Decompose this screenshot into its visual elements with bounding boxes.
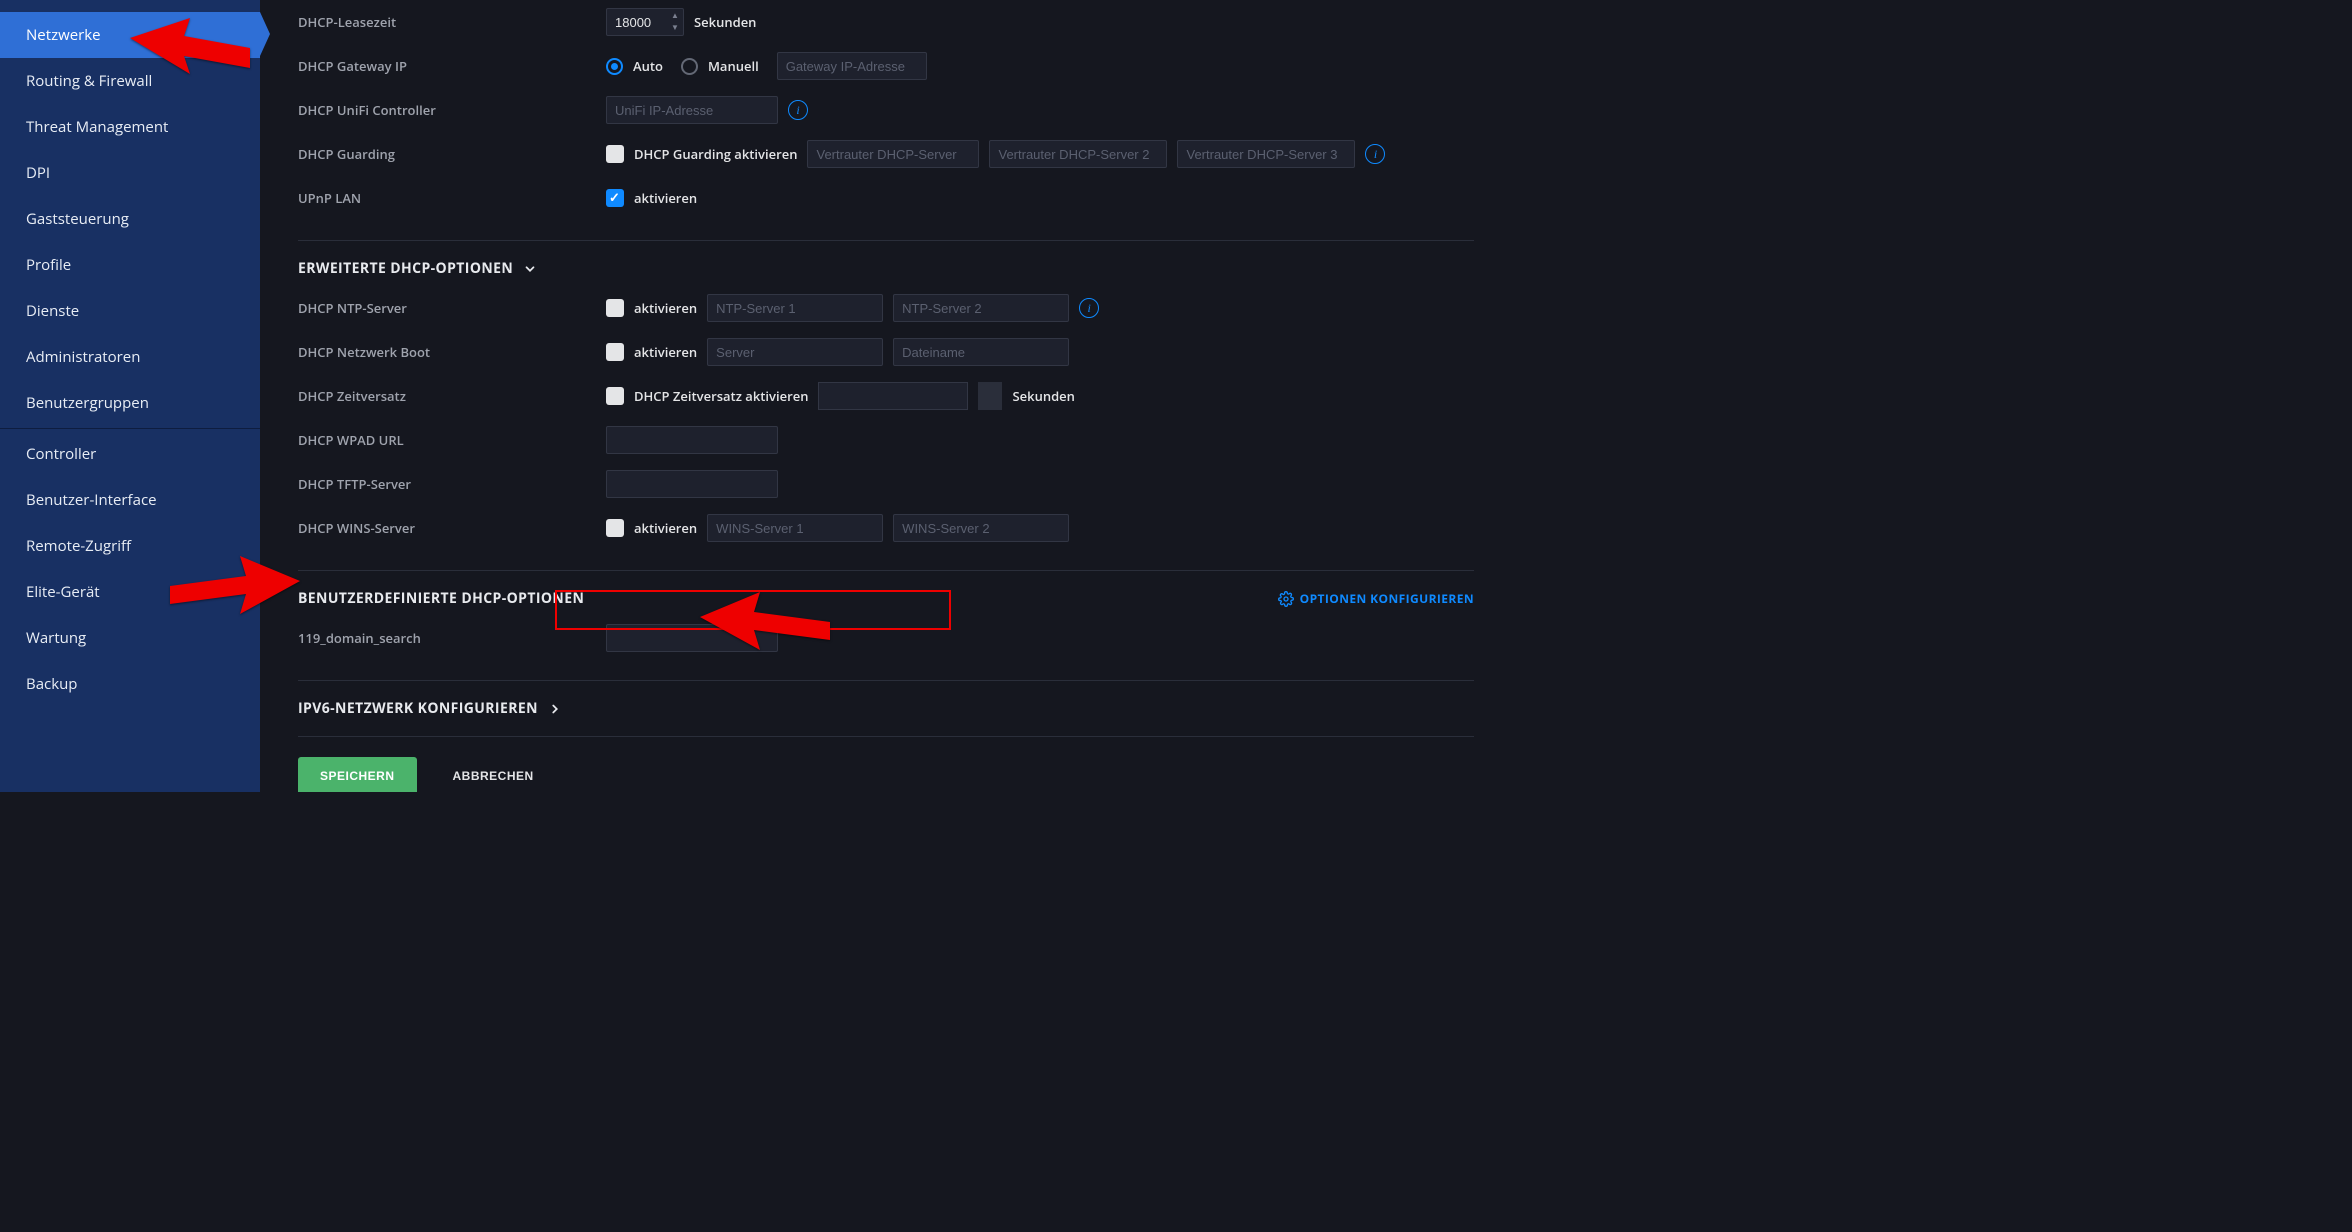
- sidebar-item-gaststeuerung[interactable]: Gaststeuerung: [0, 196, 260, 242]
- sidebar-item-administratoren[interactable]: Administratoren: [0, 334, 260, 380]
- configure-options-label: OPTIONEN KONFIGURIEREN: [1300, 590, 1474, 607]
- sidebar-item-netzwerke[interactable]: Netzwerke: [0, 12, 260, 58]
- label-dhcp-guarding: DHCP Guarding: [298, 145, 596, 163]
- row-dhcp-ntp: DHCP NTP-Server aktivieren i: [298, 286, 1474, 330]
- chk-dhcp-guarding-label: DHCP Guarding aktivieren: [634, 145, 797, 163]
- guarding-server2: [989, 140, 1167, 168]
- section-custom-dhcp-label: BENUTZERDEFINIERTE DHCP-OPTIONEN: [298, 589, 584, 608]
- guarding-server1: [807, 140, 979, 168]
- sidebar-item-threat-management[interactable]: Threat Management: [0, 104, 260, 150]
- section-ipv6[interactable]: IPV6-NETZWERK KONFIGURIEREN: [298, 680, 1474, 718]
- ntp-server1: [707, 294, 883, 322]
- label-custom-opt: 119_domain_search: [298, 629, 596, 647]
- label-dhcp-wpad: DHCP WPAD URL: [298, 431, 596, 449]
- sidebar-item-wartung[interactable]: Wartung: [0, 615, 260, 661]
- sidebar-item-benutzergruppen[interactable]: Benutzergruppen: [0, 380, 260, 426]
- label-dhcp-wins: DHCP WINS-Server: [298, 519, 596, 537]
- radio-gateway-auto[interactable]: [606, 58, 623, 75]
- chk-ntp[interactable]: [606, 299, 624, 317]
- section-custom-dhcp: BENUTZERDEFINIERTE DHCP-OPTIONEN OPTIONE…: [298, 570, 1474, 608]
- sidebar-item-dpi[interactable]: DPI: [0, 150, 260, 196]
- gear-icon: [1278, 591, 1294, 607]
- ntp-server2: [893, 294, 1069, 322]
- chk-upnp-label: aktivieren: [634, 189, 697, 207]
- chevron-right-icon: [548, 702, 562, 716]
- chk-tz-label: DHCP Zeitversatz aktivieren: [634, 387, 808, 405]
- sidebar-item-remote-zugriff[interactable]: Remote-Zugriff: [0, 523, 260, 569]
- chk-tz[interactable]: [606, 387, 624, 405]
- netboot-server: [707, 338, 883, 366]
- sidebar-item-dienste[interactable]: Dienste: [0, 288, 260, 334]
- netboot-file: [893, 338, 1069, 366]
- sidebar-item-routing-firewall[interactable]: Routing & Firewall: [0, 58, 260, 104]
- chk-netboot[interactable]: [606, 343, 624, 361]
- row-dhcp-tz: DHCP Zeitversatz DHCP Zeitversatz aktivi…: [298, 374, 1474, 418]
- section-ext-dhcp-label: ERWEITERTE DHCP-OPTIONEN: [298, 259, 513, 278]
- sidebar-item-profile[interactable]: Profile: [0, 242, 260, 288]
- row-dhcp-netboot: DHCP Netzwerk Boot aktivieren: [298, 330, 1474, 374]
- cancel-button[interactable]: ABBRECHEN: [431, 757, 556, 792]
- guarding-server3: [1177, 140, 1355, 168]
- tz-unit-box: [978, 382, 1002, 410]
- stepper-down-icon[interactable]: ▼: [668, 22, 682, 34]
- info-icon[interactable]: i: [788, 100, 808, 120]
- label-dhcp-unifi: DHCP UniFi Controller: [298, 101, 596, 119]
- label-upnp: UPnP LAN: [298, 189, 596, 207]
- row-dhcp-wpad: DHCP WPAD URL: [298, 418, 1474, 462]
- stepper-up-icon[interactable]: ▲: [668, 10, 682, 22]
- chk-wins-label: aktivieren: [634, 519, 697, 537]
- label-dhcp-tftp: DHCP TFTP-Server: [298, 475, 596, 493]
- tz-unit: Sekunden: [1012, 387, 1074, 405]
- row-dhcp-wins: DHCP WINS-Server aktivieren: [298, 506, 1474, 550]
- row-dhcp-gateway: DHCP Gateway IP Auto Manuell: [298, 44, 1474, 88]
- wpad-input[interactable]: [606, 426, 778, 454]
- section-ipv6-label: IPV6-NETZWERK KONFIGURIEREN: [298, 699, 538, 718]
- chk-wins[interactable]: [606, 519, 624, 537]
- row-dhcp-tftp: DHCP TFTP-Server: [298, 462, 1474, 506]
- chk-ntp-label: aktivieren: [634, 299, 697, 317]
- gateway-ip-input: [777, 52, 927, 80]
- info-icon[interactable]: i: [1365, 144, 1385, 164]
- radio-gateway-manual[interactable]: [681, 58, 698, 75]
- sidebar-item-benutzer-interface[interactable]: Benutzer-Interface: [0, 477, 260, 523]
- sidebar-item-controller[interactable]: Controller: [0, 431, 260, 477]
- save-button[interactable]: SPEICHERN: [298, 757, 417, 792]
- dhcp-lease-unit: Sekunden: [694, 13, 756, 31]
- label-dhcp-gateway: DHCP Gateway IP: [298, 57, 596, 75]
- chevron-down-icon: [523, 262, 537, 276]
- chk-dhcp-guarding[interactable]: [606, 145, 624, 163]
- sidebar: NetzwerkeRouting & FirewallThreat Manage…: [0, 0, 260, 792]
- row-dhcp-unifi: DHCP UniFi Controller i: [298, 88, 1474, 132]
- chk-upnp[interactable]: [606, 189, 624, 207]
- main: DHCP-Leasezeit ▲ ▼ Sekunden DHCP Gateway…: [260, 0, 1512, 792]
- row-dhcp-guarding: DHCP Guarding DHCP Guarding aktivieren i: [298, 132, 1474, 176]
- row-custom-opt: 119_domain_search: [298, 616, 1474, 660]
- info-icon[interactable]: i: [1079, 298, 1099, 318]
- custom-opt-input[interactable]: [606, 624, 778, 652]
- sidebar-item-elite-ger-t[interactable]: Elite-Gerät: [0, 569, 260, 615]
- label-dhcp-tz: DHCP Zeitversatz: [298, 387, 596, 405]
- tftp-input[interactable]: [606, 470, 778, 498]
- sidebar-item-backup[interactable]: Backup: [0, 661, 260, 707]
- label-dhcp-ntp: DHCP NTP-Server: [298, 299, 596, 317]
- label-dhcp-lease: DHCP-Leasezeit: [298, 13, 596, 31]
- row-upnp: UPnP LAN aktivieren: [298, 176, 1474, 220]
- radio-gateway-auto-label: Auto: [633, 57, 663, 75]
- radio-gateway-manual-label: Manuell: [708, 57, 759, 75]
- configure-options-link[interactable]: OPTIONEN KONFIGURIEREN: [1278, 590, 1474, 607]
- unifi-ip-input[interactable]: [606, 96, 778, 124]
- section-ext-dhcp[interactable]: ERWEITERTE DHCP-OPTIONEN: [298, 240, 1474, 278]
- label-dhcp-netboot: DHCP Netzwerk Boot: [298, 343, 596, 361]
- wins-server2: [893, 514, 1069, 542]
- wins-server1: [707, 514, 883, 542]
- tz-offset-input: [818, 382, 968, 410]
- row-dhcp-lease: DHCP-Leasezeit ▲ ▼ Sekunden: [298, 0, 1474, 44]
- chk-netboot-label: aktivieren: [634, 343, 697, 361]
